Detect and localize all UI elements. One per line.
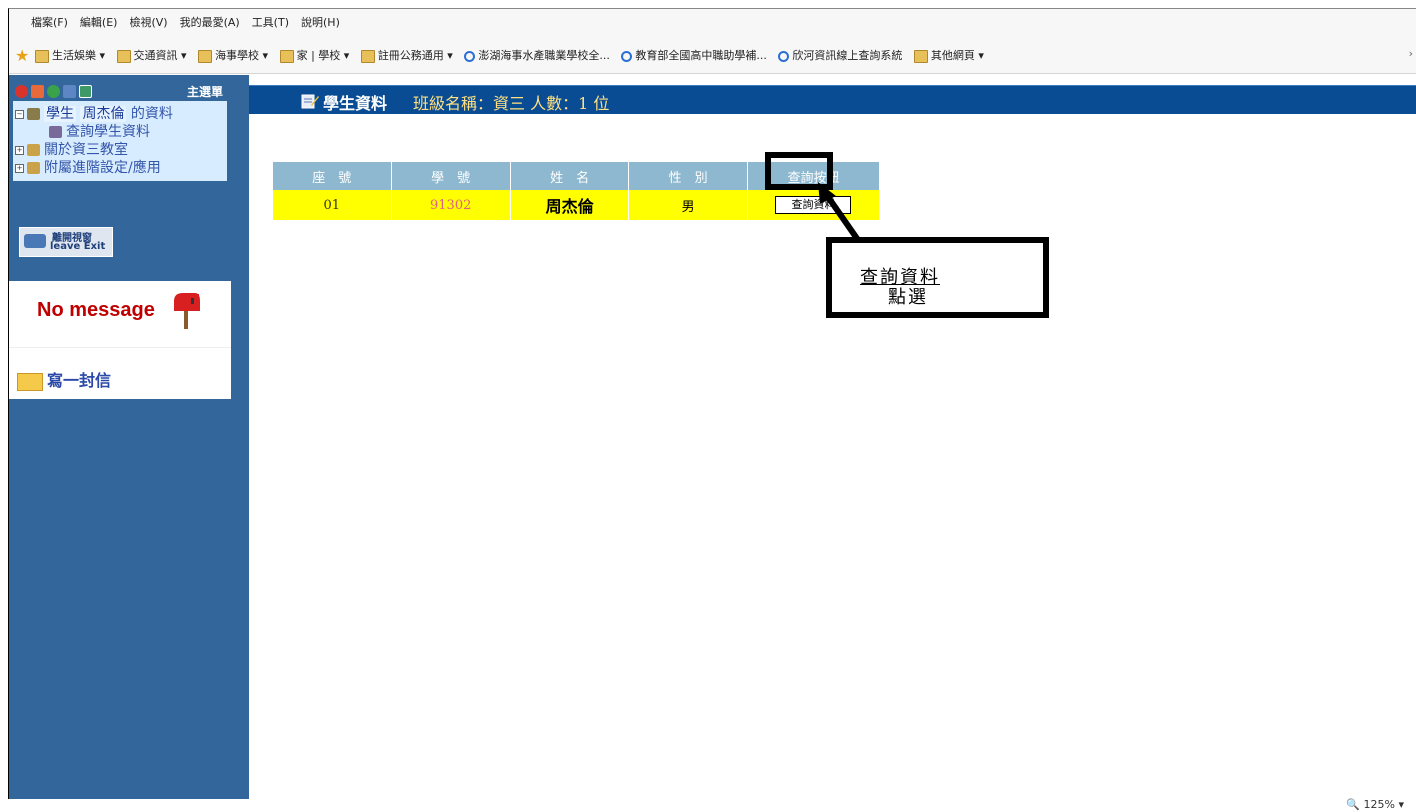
fav-label: 海事學校 ▾ [215,49,269,62]
folder-icon [279,49,294,63]
exit-icon [24,234,46,248]
expand-icon[interactable]: + [15,163,24,173]
sidebar-toolbar: 主選單 [15,81,243,103]
write-letter-link[interactable]: 寫一封信 [17,367,111,391]
browser-window: 檔案(F) 編輯(E) 檢視(V) 我的最愛(A) 工具(T) 說明(H) ★ 生活娛樂 … [8,8,1416,799]
callout-prefix: 點選 [888,287,928,308]
fav-label: 生活娛樂 ▾ [52,49,106,62]
fav-label: 其他網頁 ▾ [930,49,984,62]
write-letter-label: 寫一封信 [47,371,112,390]
fav-label: 交通資訊 ▾ [133,49,187,62]
query-button[interactable]: 查詢資料 [775,196,852,214]
column-header: 性 別 [628,162,748,190]
collapse-icon[interactable]: − [15,109,24,119]
favorites-bar: ★ 生活娛樂 ▾ 交通資訊 ▾ 海事學校 ▾ 家 | 學校 ▾ 註冊公務通用 ▾… [9,37,1416,74]
notepad-icon [301,94,319,109]
name-cell: 周杰倫 [545,197,594,216]
folder-icon [27,144,40,156]
fav-item-penghu-school[interactable]: 澎湖海事水產職業學校全... [464,47,610,63]
fav-item-life[interactable]: 生活娛樂 ▾ [35,47,105,63]
mailbox-icon [174,293,200,329]
fav-item-xinhe-query[interactable]: 欣河資訊線上查詢系統 [778,47,902,63]
refresh-icon[interactable] [47,85,60,98]
table-row: 01 91302 周杰倫 男 查詢資料 [272,190,879,220]
fav-item-registration[interactable]: 註冊公務通用 ▾ [360,47,453,63]
zoom-level[interactable]: 🔍 125% ▾ [1346,798,1404,812]
folder-icon [27,162,40,174]
sidebar: 主選單 − 學生 周杰倫 的資料 查詢學生資料 + 關於資三教室 + 附屬進階設定/應… [9,75,249,799]
student-suffix: 的資料 [130,106,173,122]
status-zoom-area: 🔍 125% ▾ [8,798,1416,812]
chevron-right-icon[interactable]: › [1409,47,1413,60]
user-icon [49,126,62,138]
folder-icon [360,49,375,63]
ie-icon [464,50,476,62]
callout-box: 點選 查詢資料 [826,237,1049,318]
envelope-icon [17,372,43,391]
class-info: 班級名稱：資三 人數：1 位 [413,94,610,113]
fav-label: 教育部全國高中職助學補... [635,49,767,62]
content-header: 學生資料 班級名稱：資三 人數：1 位 [249,85,1416,114]
menu-bar: 檔案(F) 編輯(E) 檢視(V) 我的最愛(A) 工具(T) 說明(H) [9,9,1416,37]
fav-item-traffic[interactable]: 交通資訊 ▾ [116,47,187,63]
fav-item-other[interactable]: 其他網頁 ▾ [913,47,984,63]
column-header: 學 號 [390,162,511,190]
gender-cell: 男 [628,190,748,220]
menu-help[interactable]: 說明(H) [295,9,346,37]
page-title: 學生資料 [323,94,388,113]
menu-tools[interactable]: 工具(T) [246,9,295,37]
divider [9,347,231,348]
callout-text: 點選 查詢資料 [860,263,940,308]
ie-icon [778,50,790,62]
folder-icon [35,49,49,63]
fav-label: 欣河資訊線上查詢系統 [792,49,903,62]
menu-favorites[interactable]: 我的最愛(A) [174,9,246,37]
seat-cell: 01 [272,190,392,220]
document-icon[interactable] [79,85,92,98]
name-cell-wrap: 周杰倫 [509,190,629,220]
folder-icon [198,49,213,63]
tree-icon[interactable] [63,85,76,98]
fav-label: 家 | 學校 ▾ [296,49,350,62]
tree-item-label: 查詢學生資料 [66,124,150,140]
fav-item-moe-aid[interactable]: 教育部全國高中職助學補... [621,47,767,63]
callout-highlight-box [765,152,833,190]
expand-icon[interactable]: + [15,145,24,155]
fav-item-home-school[interactable]: 家 | 學校 ▾ [279,47,350,63]
student-id-cell: 91302 [390,190,511,220]
leave-label-en: leave Exit [50,241,106,252]
menu-file[interactable]: 檔案(F) [25,9,74,37]
student-prefix: 學生 [44,106,76,122]
ie-icon [621,50,633,62]
favorites-star-icon[interactable]: ★ [15,46,29,65]
close-icon[interactable] [15,85,28,98]
nav-tree: − 學生 周杰倫 的資料 查詢學生資料 + 關於資三教室 + 附屬進階設定/應用 [13,101,227,181]
button-cell: 查詢資料 [746,190,879,220]
sidebar-title: 主選單 [187,85,224,99]
folder-icon [116,49,131,63]
fav-item-marine-school[interactable]: 海事學校 ▾ [198,47,268,63]
tree-item-label: 附屬進階設定/應用 [44,160,161,176]
menu-edit[interactable]: 編輯(E) [74,9,124,37]
fav-label: 澎湖海事水產職業學校全... [478,49,610,62]
message-panel: No message 寫一封信 [9,281,231,399]
tree-item-about[interactable]: + 關於資三教室 [15,139,128,159]
leave-exit-button[interactable]: 離開視窗 leave Exit [19,227,113,257]
book-icon [27,108,40,120]
column-header: 座 號 [272,162,392,190]
home-icon[interactable] [31,85,44,98]
menu-view[interactable]: 檢視(V) [123,9,173,37]
tree-item-student[interactable]: − 學生 周杰倫 的資料 [15,103,173,123]
tree-item-label: 關於資三教室 [44,142,128,158]
folder-icon [913,49,928,63]
fav-label: 註冊公務通用 ▾ [377,49,453,62]
tree-item-query-student[interactable]: 查詢學生資料 [49,121,150,141]
column-header: 姓 名 [509,162,629,190]
no-message-text: No message [37,299,155,321]
student-name: 周杰倫 [80,106,127,122]
tree-item-settings[interactable]: + 附屬進階設定/應用 [15,157,161,177]
